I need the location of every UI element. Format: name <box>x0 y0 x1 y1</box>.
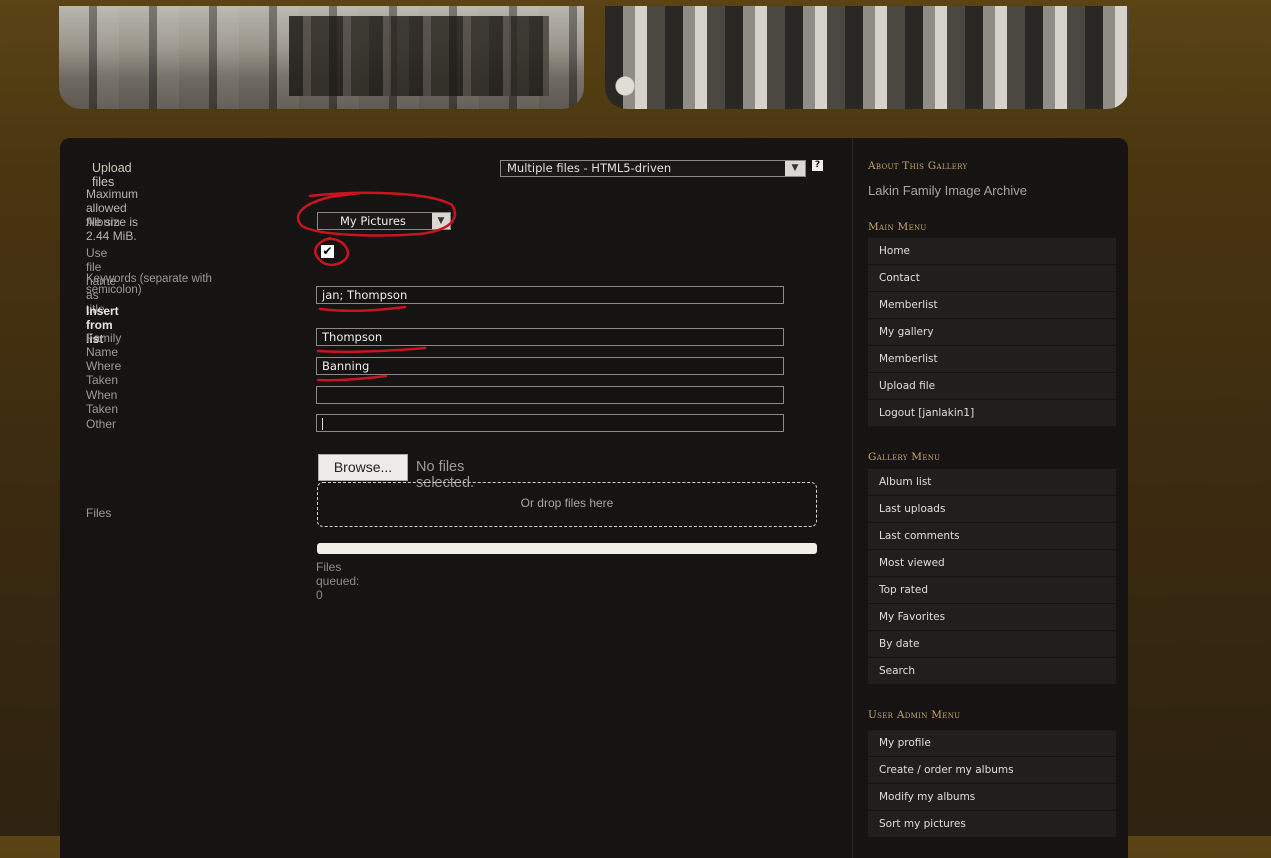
main-menu-title: Main Menu <box>868 221 927 233</box>
header-photo-left <box>59 6 584 109</box>
menu-item-create-order-albums[interactable]: Create / order my albums <box>868 757 1116 783</box>
menu-item-by-date[interactable]: By date <box>868 631 1116 657</box>
where-taken-label: Where Taken <box>86 359 122 387</box>
menu-item-my-favorites[interactable]: My Favorites <box>868 604 1116 630</box>
family-name-label: Family Name <box>86 331 122 359</box>
chevron-down-icon: ▼ <box>432 213 450 229</box>
menu-item-memberlist[interactable]: Memberlist <box>868 292 1116 318</box>
help-icon[interactable]: ? <box>812 160 823 171</box>
files-queued-status: Files queued: 0 <box>316 560 360 602</box>
menu-item-home[interactable]: Home <box>868 238 1116 264</box>
menu-item-album-list[interactable]: Album list <box>868 469 1116 495</box>
album-select[interactable]: My Pictures ▼ <box>317 212 451 230</box>
browse-button[interactable]: Browse... <box>318 454 408 481</box>
upload-progress-fill <box>317 543 817 554</box>
menu-item-top-rated[interactable]: Top rated <box>868 577 1116 603</box>
menu-item-last-uploads[interactable]: Last uploads <box>868 496 1116 522</box>
main-panel: Upload files Multiple files - HTML5-driv… <box>60 138 1128 858</box>
text-cursor <box>322 417 323 430</box>
album-label: Album <box>86 215 121 229</box>
album-select-value: My Pictures <box>340 214 406 228</box>
menu-item-contact[interactable]: Contact <box>868 265 1116 291</box>
keywords-label: Keywords (separate with semicolon) <box>86 273 212 296</box>
about-gallery-text: Lakin Family Image Archive <box>868 183 1027 198</box>
gallery-menu-title: Gallery Menu <box>868 451 941 463</box>
files-label: Files <box>86 506 112 520</box>
header-photo-right <box>605 6 1129 109</box>
menu-item-memberlist-2[interactable]: Memberlist <box>868 346 1116 372</box>
menu-item-my-profile[interactable]: My profile <box>868 730 1116 756</box>
file-dropzone[interactable]: Or drop files here <box>317 482 817 527</box>
upload-mode-select[interactable]: Multiple files - HTML5-driven ▼ <box>500 160 806 177</box>
other-input[interactable] <box>316 414 784 432</box>
user-admin-menu-title: User Admin Menu <box>868 709 961 721</box>
main-menu: Home Contact Memberlist My gallery Membe… <box>868 238 1116 427</box>
where-taken-input[interactable]: Banning <box>316 357 784 375</box>
upload-mode-value: Multiple files - HTML5-driven <box>507 161 672 175</box>
sidebar-divider <box>852 138 853 858</box>
menu-item-sort-pictures[interactable]: Sort my pictures <box>868 811 1116 837</box>
keywords-input[interactable]: jan; Thompson <box>316 286 784 304</box>
gallery-menu: Album list Last uploads Last comments Mo… <box>868 469 1116 685</box>
use-filename-checkbox[interactable]: ✔ <box>321 245 334 258</box>
menu-item-logout[interactable]: Logout [janlakin1] <box>868 400 1116 426</box>
chevron-down-icon: ▼ <box>785 161 805 176</box>
menu-item-modify-albums[interactable]: Modify my albums <box>868 784 1116 810</box>
user-admin-menu: My profile Create / order my albums Modi… <box>868 730 1116 838</box>
menu-item-search[interactable]: Search <box>868 658 1116 684</box>
menu-item-last-comments[interactable]: Last comments <box>868 523 1116 549</box>
when-taken-input[interactable] <box>316 386 784 404</box>
other-label: Other <box>86 417 117 431</box>
upload-progress-bar <box>317 543 817 554</box>
family-name-input[interactable]: Thompson <box>316 328 784 346</box>
menu-item-most-viewed[interactable]: Most viewed <box>868 550 1116 576</box>
menu-item-upload-file[interactable]: Upload file <box>868 373 1116 399</box>
menu-item-my-gallery[interactable]: My gallery <box>868 319 1116 345</box>
upload-title: Upload files <box>92 161 132 189</box>
about-gallery-title: About This Gallery <box>868 160 968 172</box>
when-taken-label: When Taken <box>86 388 119 416</box>
